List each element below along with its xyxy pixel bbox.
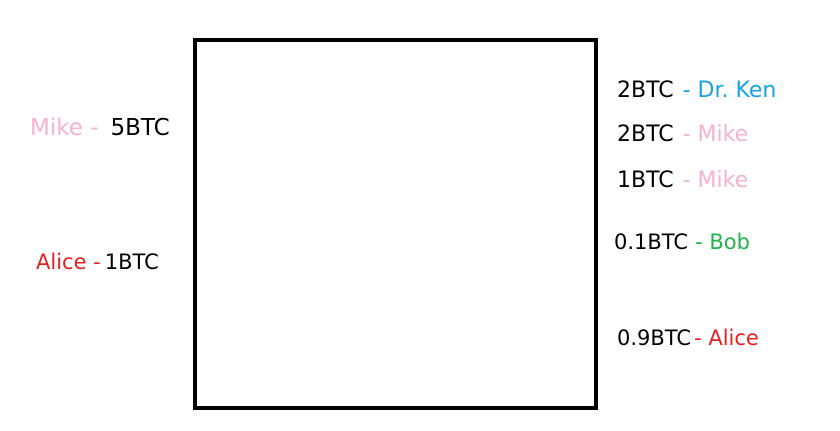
- input-mike-5btc: Mike - 5BTC: [30, 117, 170, 140]
- output-mike-2btc: 2BTC - Mike: [617, 124, 748, 146]
- output-mike-1btc: 1BTC - Mike: [617, 170, 748, 192]
- output-amount-label: 0.1BTC: [614, 230, 689, 254]
- output-amount-label: 2BTC: [617, 122, 674, 147]
- transaction-box: [193, 38, 598, 410]
- output-owner-label: - Bob: [695, 230, 750, 254]
- output-amount-label: 1BTC: [617, 168, 674, 193]
- input-amount-label: 5BTC: [110, 115, 170, 141]
- input-owner-label: Mike -: [30, 115, 99, 141]
- input-alice-1btc: Alice -1BTC: [36, 252, 159, 273]
- output-owner-label: - Dr. Ken: [682, 78, 777, 103]
- output-owner-label: - Mike: [682, 122, 749, 147]
- output-amount-label: 2BTC: [617, 78, 674, 103]
- output-amount-label: 0.9BTC: [617, 326, 692, 350]
- output-bob-0-1btc: 0.1BTC - Bob: [614, 232, 750, 253]
- input-amount-label: 1BTC: [104, 250, 159, 274]
- input-owner-label: Alice -: [36, 250, 101, 274]
- output-drken-2btc: 2BTC - Dr. Ken: [617, 80, 776, 102]
- output-owner-label: - Alice: [694, 326, 759, 350]
- output-alice-0-9btc: 0.9BTC - Alice: [617, 328, 759, 349]
- output-owner-label: - Mike: [682, 168, 749, 193]
